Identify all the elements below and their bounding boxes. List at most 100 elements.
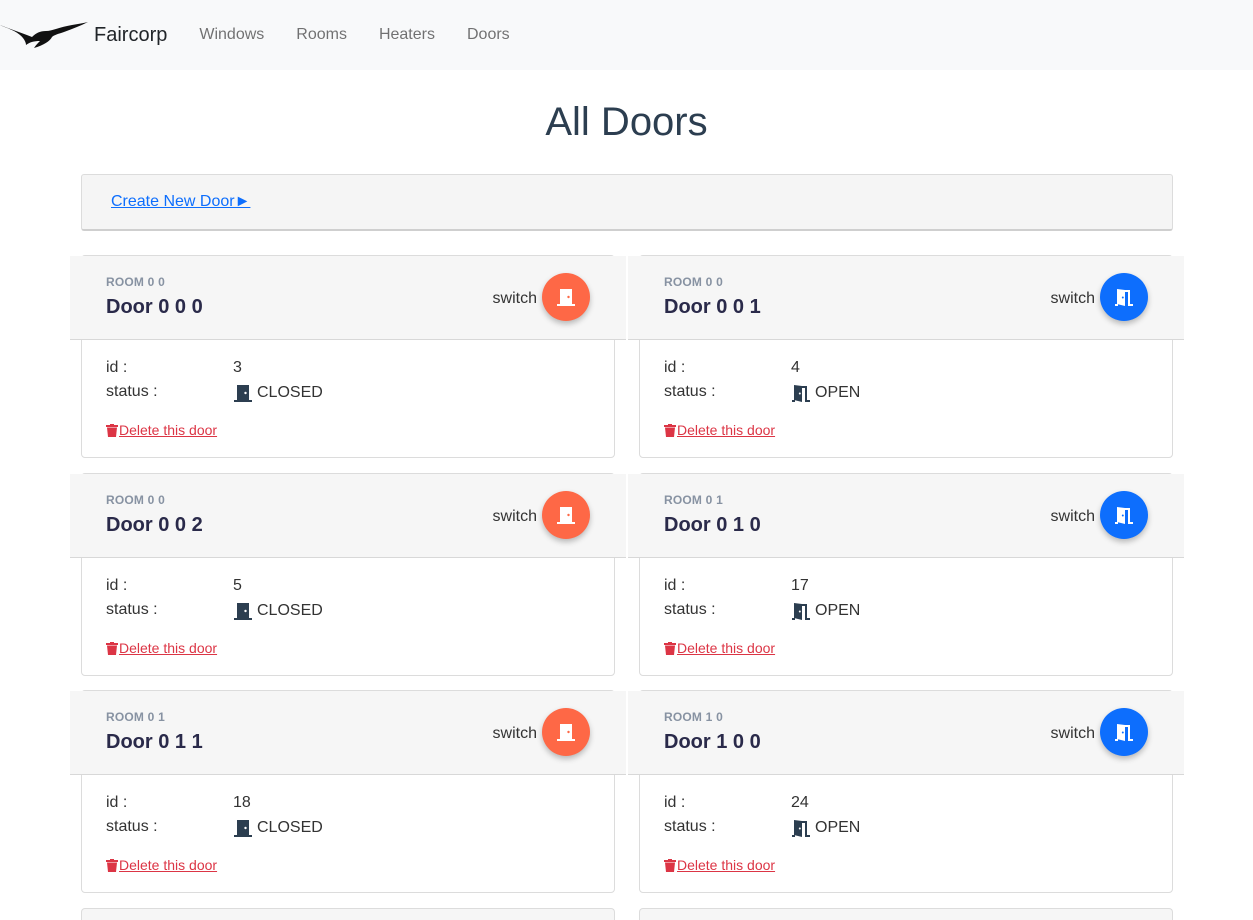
switch-label: switch bbox=[1050, 290, 1095, 307]
status-label: status : bbox=[106, 601, 158, 618]
id-value: 18 bbox=[233, 794, 251, 811]
nav-link-heaters[interactable]: Heaters bbox=[363, 26, 451, 44]
door-open-icon bbox=[792, 603, 810, 620]
room-label: ROOM 0 0 bbox=[106, 493, 165, 507]
nav-link-windows[interactable]: Windows bbox=[183, 26, 280, 44]
id-label: id : bbox=[106, 577, 128, 594]
id-label: id : bbox=[664, 794, 686, 811]
door-card-partial bbox=[81, 908, 615, 920]
door-open-icon bbox=[1115, 724, 1133, 741]
brand[interactable]: Faircorp bbox=[0, 0, 167, 70]
switch-button[interactable] bbox=[542, 273, 590, 321]
door-card-door-0-1-1: ROOM 0 1 Door 0 1 1 switch id : 18 statu… bbox=[70, 690, 626, 893]
brand-name: Faircorp bbox=[94, 23, 168, 46]
door-open-icon bbox=[1115, 289, 1133, 306]
id-row: id : 18 bbox=[106, 794, 251, 812]
door-open-icon bbox=[1115, 507, 1133, 524]
door-closed-icon bbox=[234, 603, 252, 620]
status-label: status : bbox=[106, 818, 158, 835]
door-card-body: id : 24 status : OPEN Delete this door bbox=[640, 775, 1172, 892]
status-value: CLOSED bbox=[233, 818, 323, 838]
door-card-header: ROOM 0 0 Door 0 0 1 switch bbox=[628, 256, 1184, 340]
delete-door-link[interactable]: Delete this door bbox=[664, 422, 775, 438]
page-title: All Doors bbox=[545, 100, 708, 144]
status-text: OPEN bbox=[815, 384, 861, 401]
status-text: OPEN bbox=[815, 819, 861, 836]
create-door-panel: Create New Door► bbox=[81, 174, 1173, 231]
door-card-body: id : 17 status : OPEN Delete this door bbox=[640, 558, 1172, 675]
status-value: OPEN bbox=[791, 818, 860, 838]
id-row: id : 4 bbox=[664, 359, 800, 377]
delete-text: Delete this door bbox=[677, 422, 776, 438]
id-label: id : bbox=[106, 359, 128, 376]
delete-door-link[interactable]: Delete this door bbox=[664, 640, 775, 656]
id-value: 3 bbox=[233, 359, 242, 376]
switch-button[interactable] bbox=[542, 708, 590, 756]
door-card-body: id : 3 status : CLOSED Delete this door bbox=[82, 340, 614, 457]
door-open-icon bbox=[792, 385, 810, 402]
delete-text: Delete this door bbox=[119, 640, 218, 656]
status-row: status : CLOSED bbox=[106, 818, 323, 838]
door-closed-icon bbox=[234, 385, 252, 402]
delete-door-link[interactable]: Delete this door bbox=[106, 640, 217, 656]
trash-icon bbox=[664, 858, 676, 872]
id-value: 5 bbox=[233, 577, 242, 594]
switch-button[interactable] bbox=[1100, 491, 1148, 539]
status-row: status : CLOSED bbox=[106, 601, 323, 621]
status-label: status : bbox=[664, 383, 716, 400]
switch-label: switch bbox=[492, 725, 537, 742]
status-text: CLOSED bbox=[257, 602, 323, 619]
delete-text: Delete this door bbox=[119, 422, 218, 438]
navbar: Faircorp Windows Rooms Heaters Doors bbox=[0, 0, 1253, 70]
door-name: Door 0 1 0 bbox=[664, 514, 761, 536]
door-card-header: ROOM 0 1 Door 0 1 0 switch bbox=[628, 474, 1184, 558]
door-card-door-0-0-1: ROOM 0 0 Door 0 0 1 switch id : 4 status… bbox=[628, 255, 1184, 458]
door-card-door-0-0-0: ROOM 0 0 Door 0 0 0 switch id : 3 status… bbox=[70, 255, 626, 458]
status-value: CLOSED bbox=[233, 601, 323, 621]
id-row: id : 5 bbox=[106, 577, 242, 595]
door-closed-icon bbox=[234, 820, 252, 837]
room-label: ROOM 0 1 bbox=[664, 493, 723, 507]
status-row: status : OPEN bbox=[664, 601, 860, 621]
id-row: id : 17 bbox=[664, 577, 809, 595]
delete-door-link[interactable]: Delete this door bbox=[106, 422, 217, 438]
status-value: OPEN bbox=[791, 383, 860, 403]
trash-icon bbox=[106, 641, 118, 655]
id-value: 24 bbox=[791, 794, 809, 811]
status-value: OPEN bbox=[791, 601, 860, 621]
door-name: Door 0 0 2 bbox=[106, 514, 203, 536]
door-card-door-1-0-0: ROOM 1 0 Door 1 0 0 switch id : 24 statu… bbox=[628, 690, 1184, 893]
status-row: status : OPEN bbox=[664, 383, 860, 403]
nav-links: Windows Rooms Heaters Doors bbox=[183, 26, 525, 44]
id-value: 17 bbox=[791, 577, 809, 594]
nav-link-rooms[interactable]: Rooms bbox=[280, 26, 363, 44]
id-label: id : bbox=[106, 794, 128, 811]
status-label: status : bbox=[664, 818, 716, 835]
switch-label: switch bbox=[1050, 725, 1095, 742]
door-card-body: id : 18 status : CLOSED Delete this door bbox=[82, 775, 614, 892]
delete-door-link[interactable]: Delete this door bbox=[664, 857, 775, 873]
switch-button[interactable] bbox=[542, 491, 590, 539]
room-label: ROOM 1 0 bbox=[664, 710, 723, 724]
delete-text: Delete this door bbox=[677, 857, 776, 873]
door-closed-icon bbox=[557, 724, 575, 741]
id-label: id : bbox=[664, 359, 686, 376]
door-open-icon bbox=[792, 820, 810, 837]
switch-button[interactable] bbox=[1100, 273, 1148, 321]
create-door-link[interactable]: Create New Door► bbox=[111, 193, 250, 211]
switch-button[interactable] bbox=[1100, 708, 1148, 756]
door-name: Door 1 0 0 bbox=[664, 731, 761, 753]
status-label: status : bbox=[106, 383, 158, 400]
nav-link-doors[interactable]: Doors bbox=[451, 26, 526, 44]
delete-door-link[interactable]: Delete this door bbox=[106, 857, 217, 873]
bird-logo-icon bbox=[0, 22, 88, 48]
room-label: ROOM 0 0 bbox=[106, 275, 165, 289]
room-label: ROOM 0 0 bbox=[664, 275, 723, 289]
door-card-partial bbox=[639, 908, 1173, 920]
trash-icon bbox=[664, 423, 676, 437]
delete-text: Delete this door bbox=[119, 857, 218, 873]
status-row: status : CLOSED bbox=[106, 383, 323, 403]
door-card-body: id : 5 status : CLOSED Delete this door bbox=[82, 558, 614, 675]
door-card-header: ROOM 0 0 Door 0 0 2 switch bbox=[70, 474, 626, 558]
door-card-body: id : 4 status : OPEN Delete this door bbox=[640, 340, 1172, 457]
